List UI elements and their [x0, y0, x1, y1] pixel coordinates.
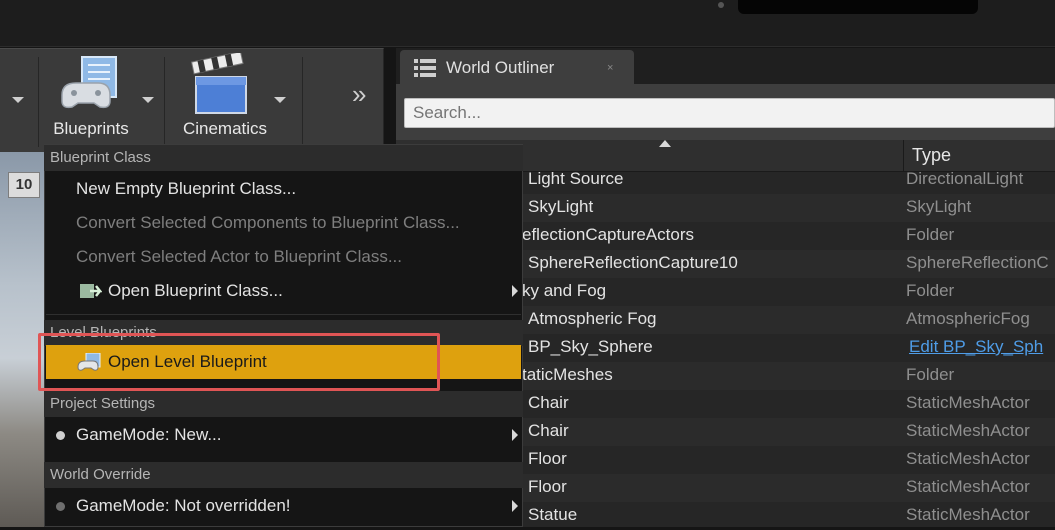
actor-name: SphereReflectionCapture10: [528, 253, 738, 272]
menu-item-label: Open Blueprint Class...: [108, 281, 283, 300]
blueprint-icon: [61, 56, 117, 109]
type-column-header[interactable]: Type: [912, 145, 951, 166]
actor-name: Light Source: [528, 169, 624, 188]
close-icon[interactable]: ×: [607, 62, 613, 74]
actor-type: Folder: [906, 225, 955, 244]
actor-name: ky and Fog: [522, 281, 607, 300]
actor-name: Chair: [528, 421, 569, 440]
status-dot: [718, 2, 724, 8]
actor-type: AtmosphericFog: [906, 309, 1030, 328]
actor-name: Floor: [528, 477, 567, 496]
actor-name: Statue: [528, 505, 578, 524]
chevron-down-icon[interactable]: [142, 97, 154, 103]
submenu-arrow-icon: [512, 500, 518, 512]
menu-item-label: GameMode: Not overridden!: [76, 496, 291, 515]
menu-item-convert-actor: Convert Selected Actor to Blueprint Clas…: [46, 240, 521, 274]
actor-type: SkyLight: [906, 197, 972, 216]
submenu-arrow-icon: [512, 429, 518, 441]
table-row[interactable]: SphereReflectionCapture10 SphereReflectio…: [520, 250, 1055, 278]
toolbar-divider: [302, 57, 303, 147]
actor-type: StaticMeshActor: [906, 477, 1030, 496]
highlight-callout-box: [38, 333, 440, 391]
actor-name: taticMeshes: [522, 365, 613, 384]
actor-type: Folder: [906, 281, 955, 300]
section-header-project-settings: Project Settings: [44, 391, 523, 417]
actor-name: Atmospheric Fog: [528, 309, 657, 328]
table-row[interactable]: Floor StaticMeshActor: [520, 446, 1055, 474]
submenu-arrow-icon: [512, 285, 518, 297]
viewport-speed-badge[interactable]: 10: [8, 172, 40, 198]
table-row[interactable]: Atmospheric Fog AtmosphericFog: [520, 306, 1055, 334]
outliner-tab-title: World Outliner: [446, 58, 555, 77]
table-row[interactable]: SkyLight SkyLight: [520, 194, 1055, 222]
actor-name: Floor: [528, 449, 567, 468]
actor-type: StaticMeshActor: [906, 505, 1030, 524]
blueprints-label: Blueprints: [53, 119, 129, 138]
actor-type: StaticMeshActor: [906, 421, 1030, 440]
menu-item-label: Convert Selected Components to Blueprint…: [76, 213, 460, 232]
actor-name: BP_Sky_Sphere: [528, 337, 653, 356]
table-row[interactable]: Light Source DirectionalLight: [520, 166, 1055, 194]
menu-divider: [46, 314, 521, 315]
chevron-down-icon[interactable]: [274, 97, 286, 103]
table-row[interactable]: eflectionCaptureActors Folder: [520, 222, 1055, 250]
section-header-world-override: World Override: [44, 462, 523, 488]
actor-name: SkyLight: [528, 197, 594, 216]
blueprints-button[interactable]: Blueprints: [40, 49, 162, 153]
top-bar-region: [738, 0, 978, 14]
actor-name: Chair: [528, 393, 569, 412]
radio-dot-icon: [56, 502, 65, 511]
search-input[interactable]: [404, 98, 1055, 128]
actor-type: DirectionalLight: [906, 169, 1024, 188]
edit-blueprint-link[interactable]: Edit BP_Sky_Sph: [909, 337, 1043, 357]
list-icon: [414, 59, 436, 77]
chevron-down-icon[interactable]: [12, 97, 24, 103]
menu-item-gamemode-override[interactable]: GameMode: Not overridden!: [46, 489, 521, 523]
menu-item-gamemode-new[interactable]: GameMode: New...: [46, 418, 521, 452]
sort-ascending-icon[interactable]: [659, 140, 671, 147]
table-row[interactable]: ky and Fog Folder: [520, 278, 1055, 306]
table-row[interactable]: Chair StaticMeshActor: [520, 390, 1055, 418]
actor-name: eflectionCaptureActors: [522, 225, 694, 244]
cinematics-button[interactable]: Cinematics: [166, 49, 296, 153]
actor-type: Folder: [906, 365, 955, 384]
radio-dot-icon: [56, 431, 65, 440]
open-blueprint-icon: [80, 284, 102, 298]
actor-type: StaticMeshActor: [906, 449, 1030, 468]
main-toolbar: Blueprints Cinematics »: [0, 48, 384, 152]
table-row[interactable]: Floor StaticMeshActor: [520, 474, 1055, 502]
menu-item-label: GameMode: New...: [76, 425, 222, 444]
actor-type: SphereReflectionC: [906, 253, 1049, 272]
menu-item-label: Convert Selected Actor to Blueprint Clas…: [76, 247, 402, 266]
section-header-blueprint-class: Blueprint Class: [44, 145, 523, 171]
menu-item-new-empty-blueprint[interactable]: New Empty Blueprint Class...: [46, 172, 521, 206]
table-row[interactable]: taticMeshes Folder: [520, 362, 1055, 390]
menu-item-open-blueprint-class[interactable]: Open Blueprint Class...: [46, 274, 521, 308]
table-row[interactable]: BP_Sky_Sphere Edit BP_Sky_Sph: [520, 334, 1055, 362]
menu-item-label: New Empty Blueprint Class...: [76, 179, 297, 198]
toolbar-overflow-button[interactable]: »: [352, 79, 366, 110]
cinematics-label: Cinematics: [182, 119, 268, 138]
menu-item-convert-components: Convert Selected Components to Blueprint…: [46, 206, 521, 240]
table-row[interactable]: Statue StaticMeshActor: [520, 502, 1055, 530]
actor-type: StaticMeshActor: [906, 393, 1030, 412]
clapperboard-icon: [190, 53, 247, 114]
table-row[interactable]: Chair StaticMeshActor: [520, 418, 1055, 446]
